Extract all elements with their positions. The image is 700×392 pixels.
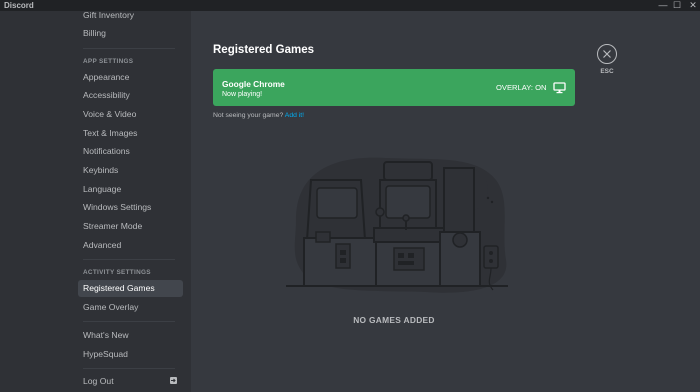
close-button[interactable]	[597, 44, 617, 64]
add-game-hint: Not seeing your game? Add it!	[213, 112, 304, 119]
monitor-icon[interactable]	[553, 81, 566, 94]
logout-icon	[170, 377, 177, 384]
now-playing-card: Google Chrome Now playing! OVERLAY: ON	[213, 69, 575, 106]
sidebar-separator	[83, 259, 175, 260]
close-icon	[603, 50, 611, 58]
sidebar-item-language[interactable]: Language	[78, 181, 183, 198]
sidebar-item-text-images[interactable]: Text & Images	[78, 125, 183, 142]
sidebar-item-windows-settings[interactable]: Windows Settings	[78, 199, 183, 216]
esc-label: ESC	[600, 68, 614, 75]
sidebar-item-gift-inventory[interactable]: Gift Inventory	[78, 7, 183, 24]
sidebar-item-voice-video[interactable]: Voice & Video	[78, 106, 183, 123]
game-status: Now playing!	[222, 91, 263, 98]
sidebar-separator	[83, 48, 175, 49]
sidebar-item-advanced[interactable]: Advanced	[78, 237, 183, 254]
sidebar-item-keybinds[interactable]: Keybinds	[78, 162, 183, 179]
empty-state-text: NO GAMES ADDED	[353, 315, 435, 325]
window-close-button[interactable]: ✕	[686, 0, 700, 11]
sidebar-item-notifications[interactable]: Notifications	[78, 143, 183, 160]
game-name: Google Chrome	[222, 79, 285, 89]
sidebar-item-registered-games[interactable]: Registered Games	[78, 280, 183, 297]
logout-button[interactable]: Log Out	[78, 373, 183, 390]
app-title: Discord	[4, 1, 34, 10]
sidebar-item-streamer-mode[interactable]: Streamer Mode	[78, 218, 183, 235]
hint-text: Not seeing your game?	[213, 112, 284, 119]
sidebar-item-appearance[interactable]: Appearance	[78, 69, 183, 86]
overlay-status: OVERLAY: ON	[496, 83, 547, 92]
sidebar-separator	[83, 368, 175, 369]
sidebar-separator	[83, 321, 175, 322]
activity-settings-header: ACTIVITY SETTINGS	[83, 269, 151, 276]
sidebar-item-game-overlay[interactable]: Game Overlay	[78, 299, 183, 316]
sidebar-item-accessibility[interactable]: Accessibility	[78, 87, 183, 104]
app-settings-header: APP SETTINGS	[83, 58, 134, 65]
minimize-button[interactable]: —	[656, 0, 670, 11]
sidebar-item-hypesquad[interactable]: HypeSquad	[78, 346, 183, 363]
page-title: Registered Games	[213, 44, 314, 56]
sidebar-item-billing[interactable]: Billing	[78, 25, 183, 42]
arcade-illustration	[276, 150, 516, 298]
maximize-button[interactable]: ☐	[670, 0, 684, 11]
sidebar-item-whats-new[interactable]: What's New	[78, 327, 183, 344]
add-game-link[interactable]: Add it!	[285, 112, 304, 119]
